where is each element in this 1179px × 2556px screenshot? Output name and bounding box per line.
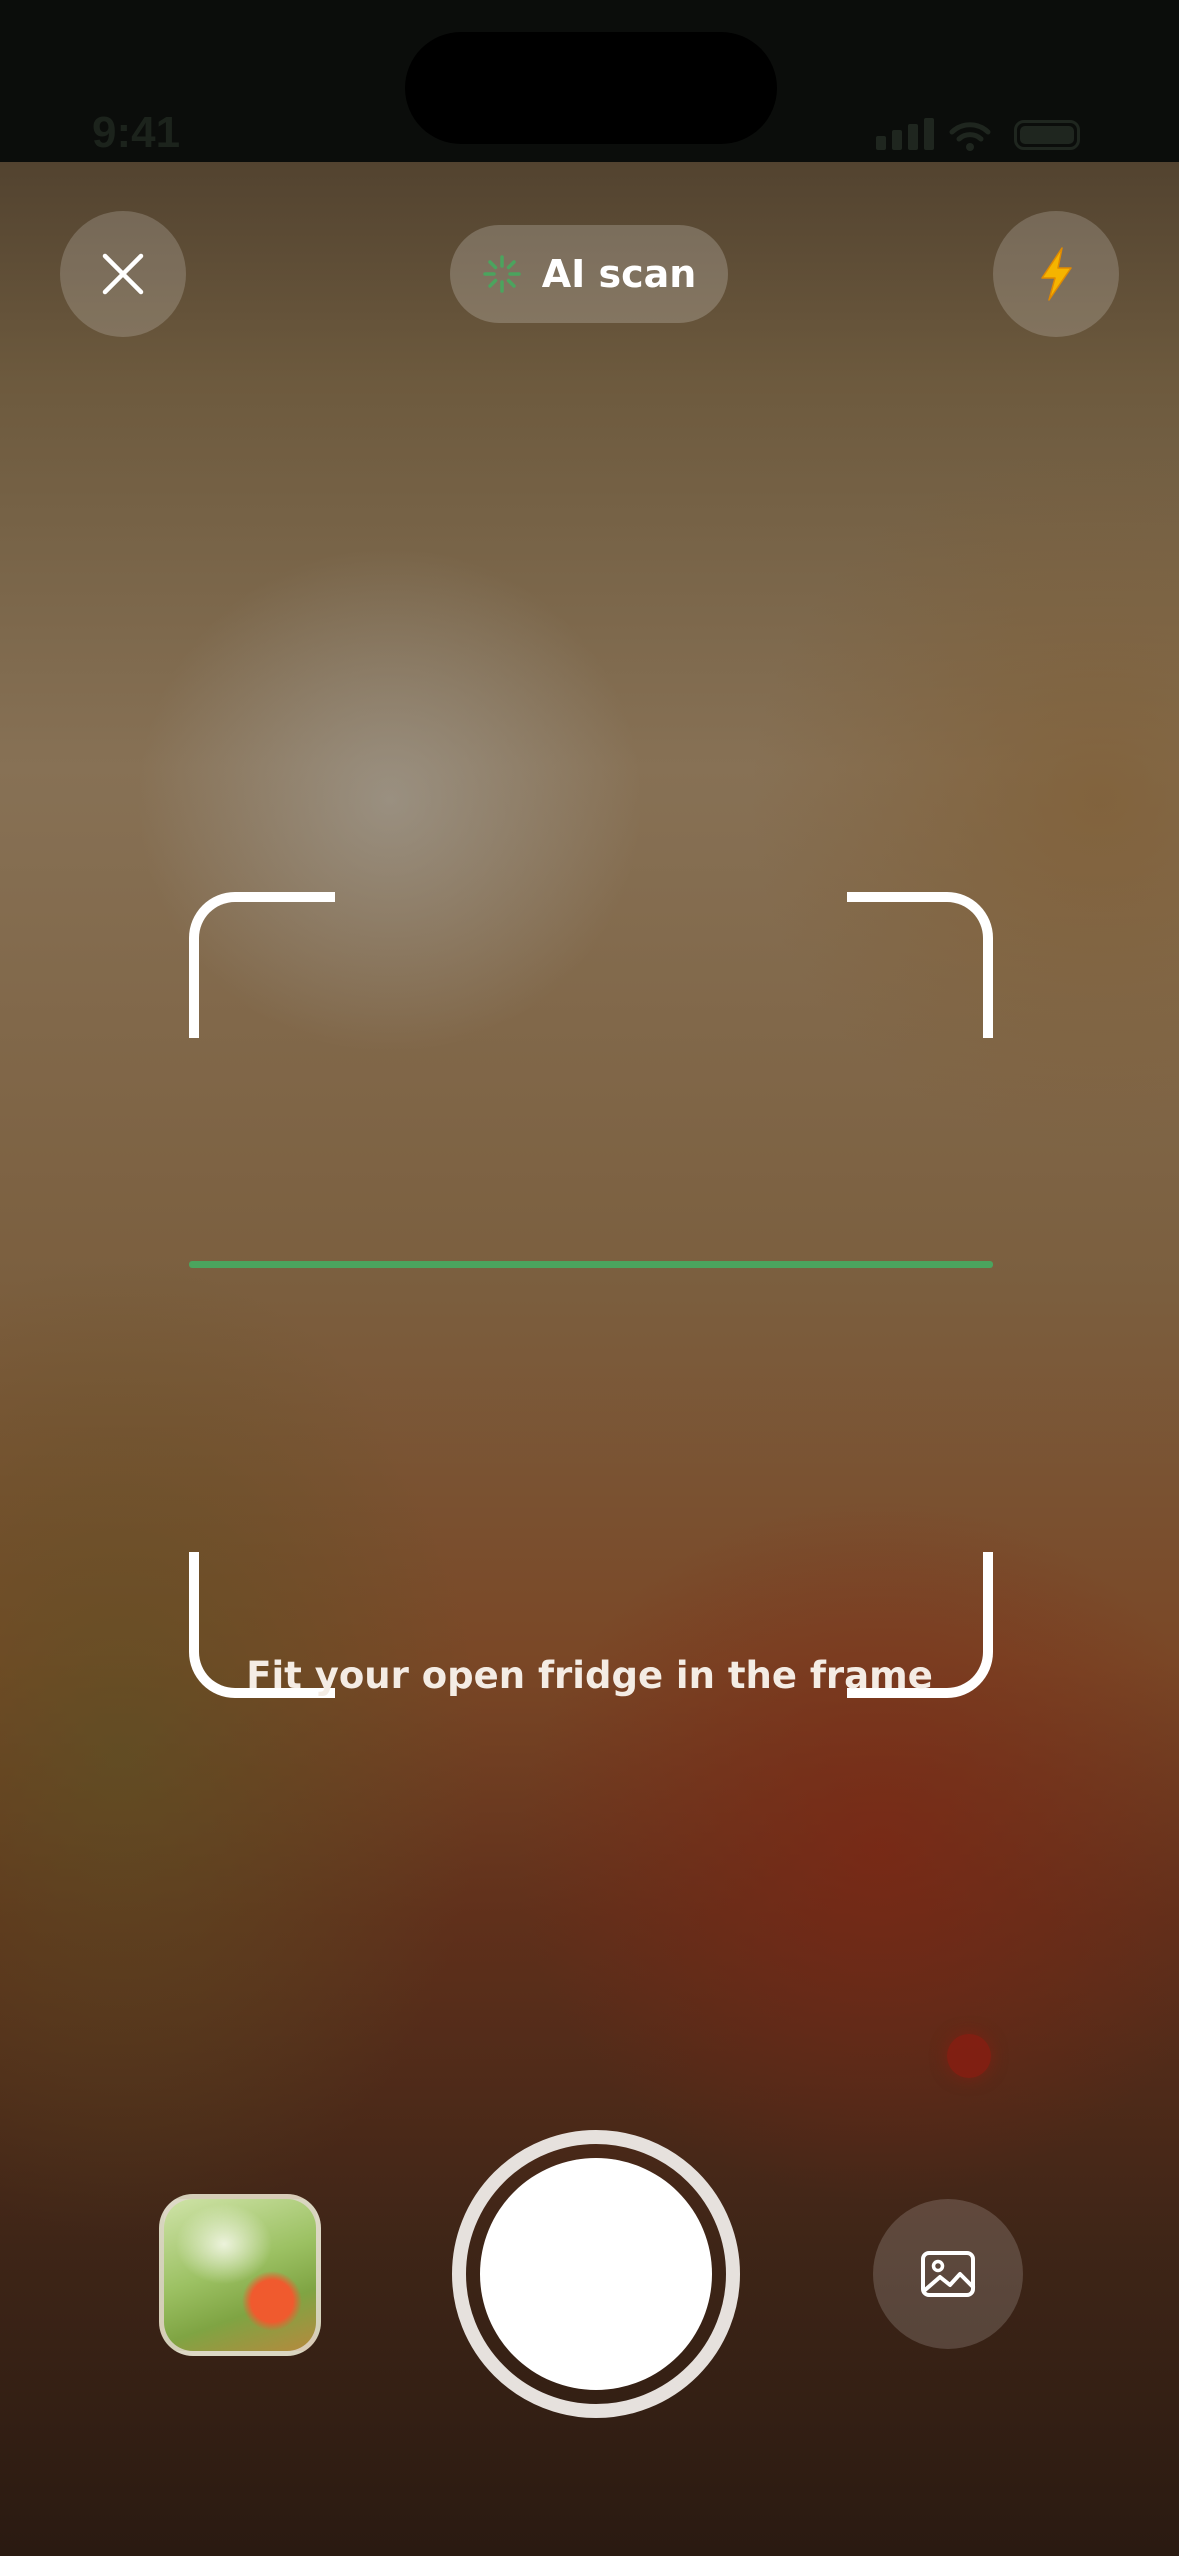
frame-corner-top-left <box>189 892 335 1038</box>
recording-indicator-dot <box>947 2034 991 2078</box>
lightning-bolt-icon <box>1041 247 1072 301</box>
gallery-button[interactable] <box>873 2199 1023 2349</box>
flash-button[interactable] <box>993 211 1119 337</box>
dynamic-island <box>405 32 777 144</box>
frame-corner-top-right <box>847 892 993 1038</box>
sparkle-spinner-icon <box>482 255 521 293</box>
scan-line <box>189 1261 993 1268</box>
image-gallery-icon <box>921 2251 975 2297</box>
status-bar: 9:41 <box>0 0 1179 162</box>
wifi-icon <box>949 122 991 151</box>
shutter-button[interactable] <box>480 2158 712 2390</box>
ai-scan-label: AI scan <box>541 252 697 296</box>
status-time: 9:41 <box>92 108 181 157</box>
cellular-signal-icon <box>876 118 940 150</box>
battery-icon <box>1014 120 1080 150</box>
frame-hint-text: Fit your open fridge in the frame <box>246 1654 933 1697</box>
ai-scan-mode-pill[interactable]: AI scan <box>450 225 728 323</box>
close-button[interactable] <box>60 211 186 337</box>
close-icon <box>102 253 144 295</box>
last-photo-thumbnail[interactable] <box>159 2194 321 2356</box>
